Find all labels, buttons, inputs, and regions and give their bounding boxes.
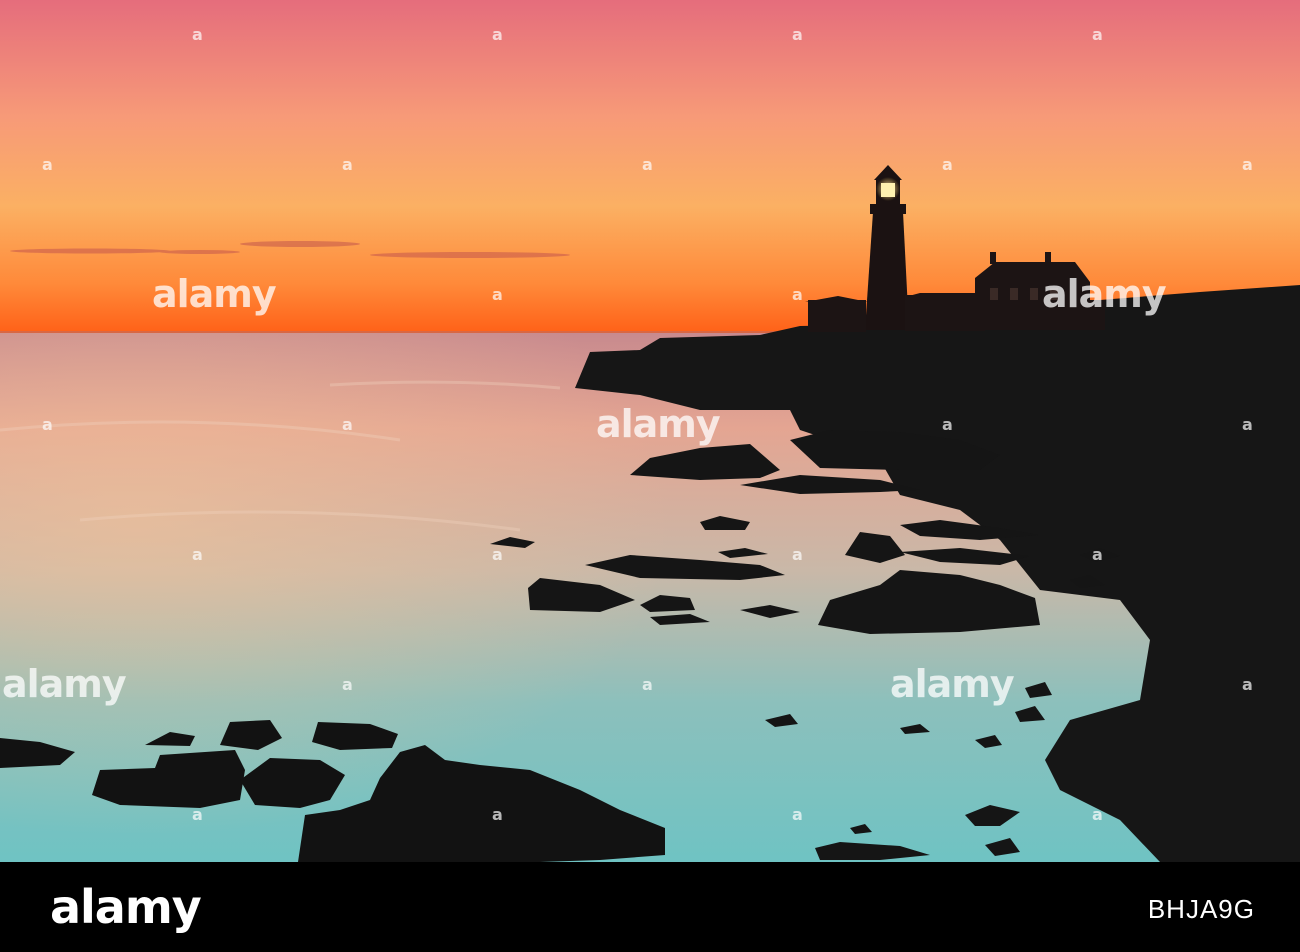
alamy-logo: alamy	[50, 880, 202, 934]
stock-footer-bar: alamy BHJA9G	[0, 862, 1300, 952]
horizon	[0, 331, 800, 333]
coastal-lighthouse-photo: a a a a a a a a a alamy a a alamy a a al…	[0, 0, 1300, 862]
sky	[0, 0, 1300, 333]
image-id-code: BHJA9G	[1147, 894, 1255, 924]
